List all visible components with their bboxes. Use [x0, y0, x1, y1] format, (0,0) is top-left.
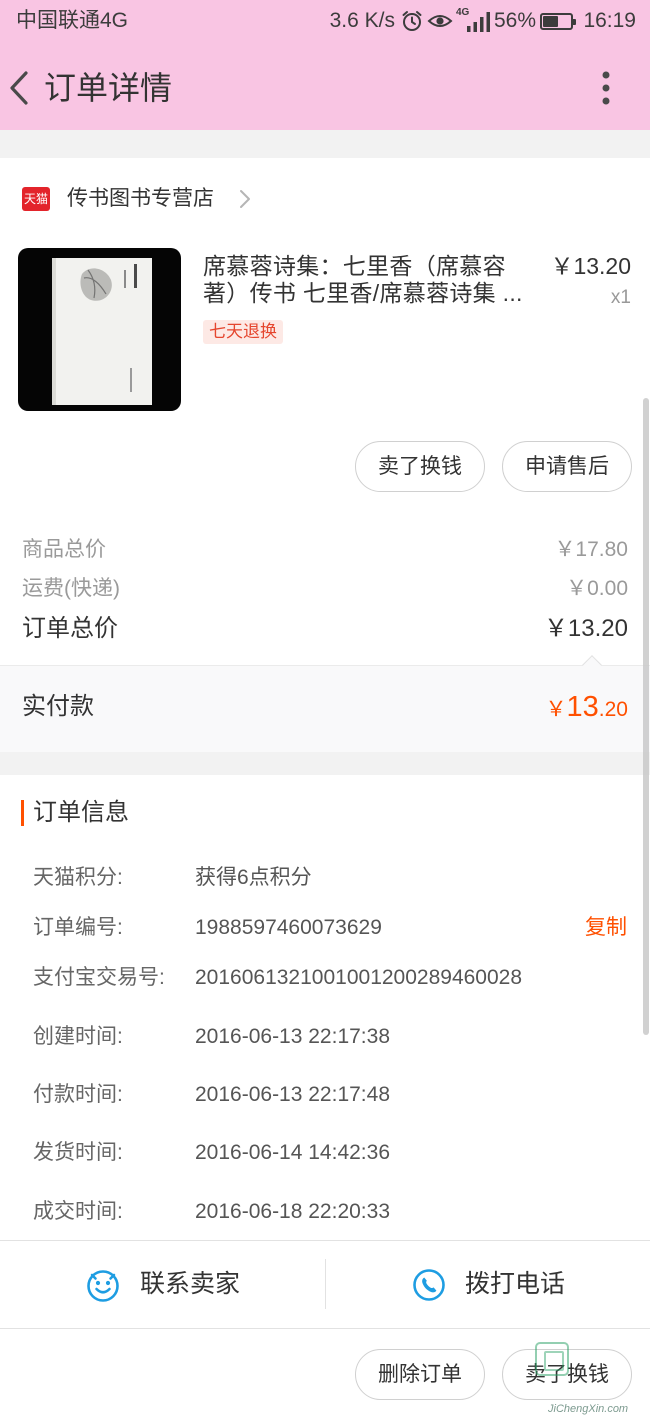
signal-icon: [467, 12, 490, 32]
info-value: 获得6点积分: [195, 866, 312, 889]
info-label: 成交时间:: [33, 1200, 123, 1223]
back-button[interactable]: [4, 68, 36, 108]
paid-integer: 13: [566, 691, 599, 723]
network-speed: 3.6 K/s: [329, 9, 395, 32]
more-vertical-icon: [602, 71, 610, 105]
product-title-line: 席慕蓉诗集：七里香（席慕容: [203, 253, 506, 279]
info-label: 订单编号:: [33, 916, 123, 939]
product-image[interactable]: [18, 248, 181, 411]
battery-icon: [540, 13, 576, 30]
delete-order-button[interactable]: 删除订单: [355, 1349, 485, 1400]
section-heading: 订单信息: [33, 799, 129, 826]
page-title: 订单详情: [44, 70, 173, 106]
copy-order-number-button[interactable]: 复制: [585, 913, 627, 943]
sell-for-cash-button[interactable]: 卖了换钱: [502, 1349, 632, 1400]
info-label: 创建时间:: [33, 1025, 123, 1048]
product-title-line: 著）传书 七里香/席慕蓉诗集 ...: [203, 280, 523, 306]
info-value: 2016-06-13 22:17:48: [195, 1083, 390, 1106]
info-value: 2016-06-13 22:17:38: [195, 1025, 390, 1048]
goods-total-label: 商品总价: [22, 538, 106, 561]
status-bar: 中国联通4G 3.6 K/s 4G 56% 16:19: [0, 0, 650, 42]
product-price: ￥13.20: [550, 253, 631, 279]
section-accent-bar: [21, 800, 24, 826]
info-row-shipped-time: 发货时间: 2016-06-14 14:42:36: [0, 1138, 650, 1168]
order-total-value: ￥13.20: [543, 615, 628, 642]
clock-time: 16:19: [583, 9, 636, 32]
bottom-action-bar: 删除订单 卖了换钱: [0, 1328, 650, 1418]
goods-total-value: ￥17.80: [554, 538, 628, 561]
chevron-right-icon: [240, 190, 250, 208]
call-phone-button[interactable]: 拨打电话: [326, 1241, 650, 1328]
return-policy-badge: 七天退换: [203, 320, 283, 344]
info-label: 天猫积分:: [33, 866, 123, 889]
chevron-left-icon: [10, 71, 28, 105]
more-options-button[interactable]: [594, 68, 618, 108]
info-value: 2016-06-18 22:20:33: [195, 1200, 390, 1223]
contact-seller-button[interactable]: 联系卖家: [0, 1241, 325, 1328]
tmall-badge: 天猫: [22, 187, 50, 211]
carrier-label: 中国联通4G: [16, 9, 129, 32]
shipping-fee-value: ￥0.00: [566, 577, 628, 600]
contact-bar: 联系卖家 拨打电话: [0, 1240, 650, 1328]
info-row-created-time: 创建时间: 2016-06-13 22:17:38: [0, 1022, 650, 1052]
eye-icon: [427, 15, 453, 27]
info-row-completed-time: 成交时间: 2016-06-18 22:20:33: [0, 1197, 650, 1227]
phone-icon: [413, 1269, 445, 1301]
paid-decimal: .20: [598, 698, 628, 721]
paid-currency: ￥: [545, 698, 567, 721]
book-cover-image: [52, 258, 152, 405]
shipping-fee-label: 运费(快递): [22, 577, 120, 600]
info-row-paid-time: 付款时间: 2016-06-13 22:17:48: [0, 1080, 650, 1110]
contact-seller-label: 联系卖家: [140, 1270, 241, 1298]
sell-for-cash-button[interactable]: 卖了换钱: [355, 441, 485, 492]
alarm-clock-icon: [402, 11, 422, 31]
store-row[interactable]: 天猫 传书图书专营店: [0, 180, 270, 218]
store-name: 传书图书专营店: [67, 187, 214, 210]
info-row-tmall-points: 天猫积分: 获得6点积分: [0, 863, 650, 893]
product-title[interactable]: 席慕蓉诗集：七里香（席慕容 著）传书 七里香/席慕蓉诗集 ...: [203, 253, 543, 307]
battery-level-fill: [543, 16, 559, 27]
info-label: 发货时间:: [33, 1141, 123, 1164]
info-row-order-number: 订单编号: 1988597460073629 复制: [0, 913, 650, 943]
paid-amount-row: 实付款 ￥13.20: [0, 655, 650, 752]
info-value: 2016-06-14 14:42:36: [195, 1141, 390, 1164]
scrollbar[interactable]: [643, 398, 649, 1035]
call-phone-label: 拨打电话: [465, 1270, 566, 1298]
info-row-alipay-number: 支付宝交易号: 2016061321001001200289460028: [0, 963, 650, 993]
product-quantity: x1: [610, 287, 631, 308]
battery-percent: 56%: [494, 9, 537, 32]
info-label: 支付宝交易号:: [33, 966, 165, 989]
order-total-label: 订单总价: [22, 615, 118, 642]
chat-smile-icon: [87, 1270, 119, 1302]
info-value: 2016061321001001200289460028: [195, 966, 523, 989]
info-label: 付款时间:: [33, 1083, 123, 1106]
order-item-card: 天猫 传书图书专营店 席慕蓉诗集：七里香（席慕容 著）传书 七里香/席慕蓉诗集 …: [0, 158, 650, 665]
after-sales-button[interactable]: 申请售后: [502, 441, 632, 492]
app-header: 订单详情: [0, 42, 650, 130]
paid-label: 实付款: [22, 693, 94, 720]
paid-amount: ￥13.20: [546, 685, 628, 734]
info-value: 1988597460073629: [195, 916, 382, 939]
